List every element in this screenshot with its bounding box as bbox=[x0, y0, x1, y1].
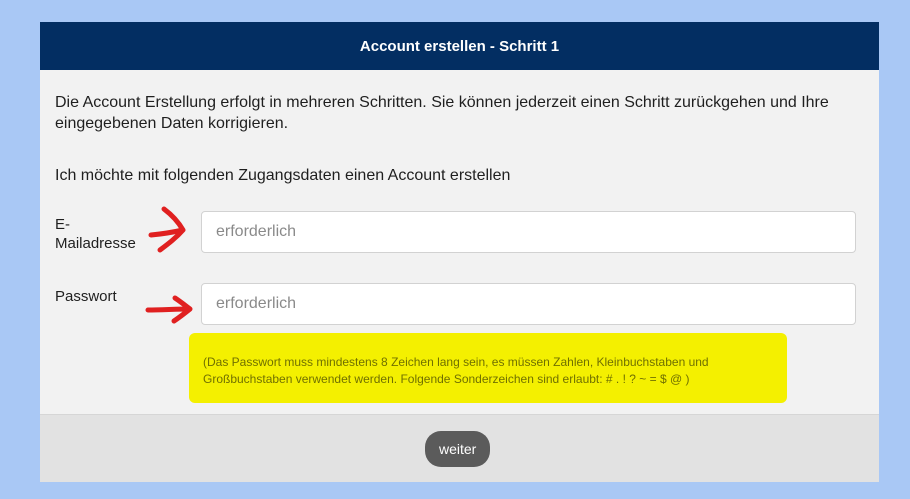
page-title: Account erstellen - Schritt 1 bbox=[359, 37, 560, 55]
email-label: E- Mailadresse bbox=[55, 215, 136, 253]
annotation-arrow-icon bbox=[148, 206, 186, 253]
email-input[interactable] bbox=[201, 211, 856, 253]
email-label-line1: E- bbox=[55, 216, 70, 233]
annotation-arrow-icon bbox=[145, 295, 193, 324]
registration-card: Account erstellen - Schritt 1 Die Accoun… bbox=[40, 22, 879, 482]
card-footer: weiter bbox=[40, 414, 879, 482]
password-input[interactable] bbox=[201, 283, 856, 325]
form-subtitle: Ich möchte mit folgenden Zugangsdaten ei… bbox=[55, 167, 511, 184]
email-label-line2: Mailadresse bbox=[55, 235, 136, 252]
next-button[interactable]: weiter bbox=[425, 431, 491, 467]
password-label: Passwort bbox=[55, 288, 117, 305]
password-hint: (Das Passwort muss mindestens 8 Zeichen … bbox=[189, 333, 787, 403]
card-header: Account erstellen - Schritt 1 bbox=[40, 22, 879, 70]
intro-text: Die Account Erstellung erfolgt in mehrer… bbox=[55, 94, 829, 132]
